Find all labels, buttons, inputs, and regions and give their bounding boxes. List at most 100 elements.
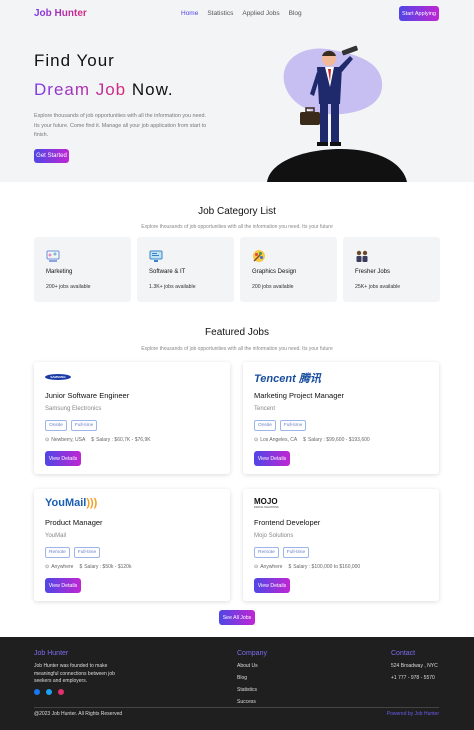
category-count: 25K+ jobs available [355, 284, 401, 290]
category-name: Marketing [46, 269, 73, 275]
tencent-logo: Tencent 腾讯 [254, 373, 321, 385]
see-all-jobs-button[interactable]: See All Jobs [219, 610, 255, 625]
category-title: Job Category List [198, 206, 276, 217]
footer-contact-heading: Contact [391, 650, 416, 657]
location-icon: ⊙ [254, 564, 259, 570]
company-name: YouMail [45, 533, 67, 539]
category-count: 200+ jobs available [46, 284, 91, 290]
hero-highlight: Dream Job [34, 80, 127, 99]
company-name: Mojo Solutions [254, 533, 294, 539]
design-icon [253, 250, 265, 262]
location-icon: ⊙ [45, 437, 50, 443]
footer-link-about[interactable]: About Us [237, 663, 258, 669]
featured-title: Featured Jobs [205, 327, 269, 338]
job-salary: Salary : $60,7K - $76,9K [96, 437, 151, 443]
hero-title-rest: Now. [126, 80, 174, 99]
job-location: Los Angeles, CA [260, 437, 298, 443]
job-location: Anywhere [51, 564, 74, 570]
dollar-icon: $ [288, 564, 292, 570]
fresher-icon [356, 250, 368, 262]
get-started-button[interactable]: Get Started [34, 149, 69, 163]
footer-powered-by[interactable]: Powered by Job Hunter [387, 711, 439, 717]
hero-title-line2: Dream Job Now. [34, 80, 174, 100]
dollar-icon: $ [303, 437, 306, 443]
tag-job-type: Full-time [73, 547, 101, 558]
tag-work-mode: Remote [45, 547, 70, 558]
logo[interactable]: Job Hunter [34, 8, 87, 19]
nav-blog[interactable]: Blog [289, 10, 302, 17]
hero-description: Explore thousands of job opportunities w… [34, 113, 207, 138]
start-applying-button[interactable]: Start Applying [399, 6, 439, 21]
footer-company-links: About Us Blog Statistics Success [237, 663, 258, 711]
footer-address: 524 Broadway , NYC [391, 663, 438, 669]
location-icon: ⊙ [45, 564, 50, 570]
samsung-logo: SAMSUNG [45, 374, 71, 388]
footer-contact: 524 Broadway , NYC +1 777 - 978 - 5570 [391, 663, 438, 687]
view-details-button[interactable]: View Details [254, 578, 290, 593]
instagram-icon[interactable] [58, 689, 64, 695]
nav-statistics[interactable]: Statistics [207, 10, 233, 17]
hero-title-line1: Find Your [34, 51, 115, 70]
job-meta: ⊙ Los Angeles, CA $ Salary : $99,600 - $19… [254, 437, 370, 443]
footer-brand: Job Hunter [34, 650, 69, 657]
category-name: Software & IT [149, 269, 186, 275]
dollar-icon: $ [91, 437, 95, 443]
job-card-youmail: YouMail))) Product Manager YouMail Remot… [34, 489, 230, 601]
footer-divider [34, 707, 439, 708]
view-details-button[interactable]: View Details [254, 451, 290, 466]
tag-job-type: Full-time [279, 420, 307, 431]
footer-about: Job Hunter was founded to make meaningfu… [34, 663, 115, 684]
signal-icon: ))) [86, 497, 98, 509]
company-name: Tencent [254, 406, 276, 412]
job-location: Newberry, USA [51, 437, 86, 443]
footer-copyright: @2023 Job Hunter. All Rights Reserved [34, 711, 123, 717]
nav-applied-jobs[interactable]: Applied Jobs [242, 10, 279, 17]
job-tags: Remote Full-time [254, 547, 310, 558]
category-count: 200 jobs available [252, 284, 294, 290]
marketing-icon [46, 250, 60, 262]
job-card-tencent: Tencent 腾讯 Marketing Project Manager Ten… [243, 362, 439, 474]
footer-link-blog[interactable]: Blog [237, 675, 258, 681]
footer-link-statistics[interactable]: Statistics [237, 687, 258, 693]
job-meta: ⊙ Newberry, USA $ Salary : $60,7K - $76,9K [45, 437, 151, 443]
job-meta: ⊙ Anywhere $ Salary : $50k - $120k [45, 564, 131, 570]
footer: Job Hunter Job Hunter was founded to mak… [0, 637, 474, 730]
tag-work-mode: Onsite [254, 420, 276, 431]
job-meta: ⊙ Anywhere $ Salary : $100,000 to $160,000 [254, 564, 360, 570]
footer-phone: +1 777 - 978 - 5570 [391, 675, 435, 681]
job-title: Frontend Developer [254, 518, 321, 527]
view-details-button[interactable]: View Details [45, 578, 81, 593]
software-icon [149, 250, 163, 262]
dollar-icon: $ [79, 564, 83, 570]
category-card-software[interactable]: Software & IT 1.3K+ jobs available [137, 237, 234, 302]
nav-home[interactable]: Home [181, 10, 198, 17]
job-salary: Salary : $50k - $120k [84, 564, 132, 570]
category-count: 1.3K+ jobs available [149, 284, 196, 290]
job-seeker-illustration [267, 45, 407, 182]
facebook-icon[interactable] [34, 689, 40, 695]
job-card-samsung: SAMSUNG Junior Software Engineer Samsung… [34, 362, 230, 474]
tag-job-type: Full-time [70, 420, 98, 431]
location-icon: ⊙ [254, 437, 259, 443]
job-card-mojo: MOJO DIGITAL SOLUTIONS Frontend Develope… [243, 489, 439, 601]
job-title: Marketing Project Manager [254, 391, 345, 400]
job-location: Anywhere [260, 564, 283, 570]
category-subtitle: Explore thousands of job opportunities w… [141, 224, 333, 230]
category-card-fresher[interactable]: Fresher Jobs 25K+ jobs available [343, 237, 440, 302]
footer-link-success[interactable]: Success [237, 699, 258, 705]
social-links [34, 689, 64, 695]
twitter-icon[interactable] [46, 689, 52, 695]
tag-job-type: Full-time [282, 547, 310, 558]
featured-subtitle: Explore thousands of job opportunities w… [141, 346, 333, 352]
tag-work-mode: Onsite [45, 420, 67, 431]
category-name: Fresher Jobs [355, 269, 391, 275]
category-card-design[interactable]: Graphics Design 200 jobs available [240, 237, 337, 302]
nav-links: Home Statistics Applied Jobs Blog [181, 10, 302, 17]
job-salary: Salary : $99,600 - $193,600 [307, 437, 370, 443]
youmail-logo: YouMail))) [45, 497, 98, 509]
tag-work-mode: Remote [254, 547, 279, 558]
category-name: Graphics Design [252, 269, 297, 275]
view-details-button[interactable]: View Details [45, 451, 81, 466]
job-title: Product Manager [45, 518, 103, 527]
category-card-marketing[interactable]: Marketing 200+ jobs available [34, 237, 131, 302]
